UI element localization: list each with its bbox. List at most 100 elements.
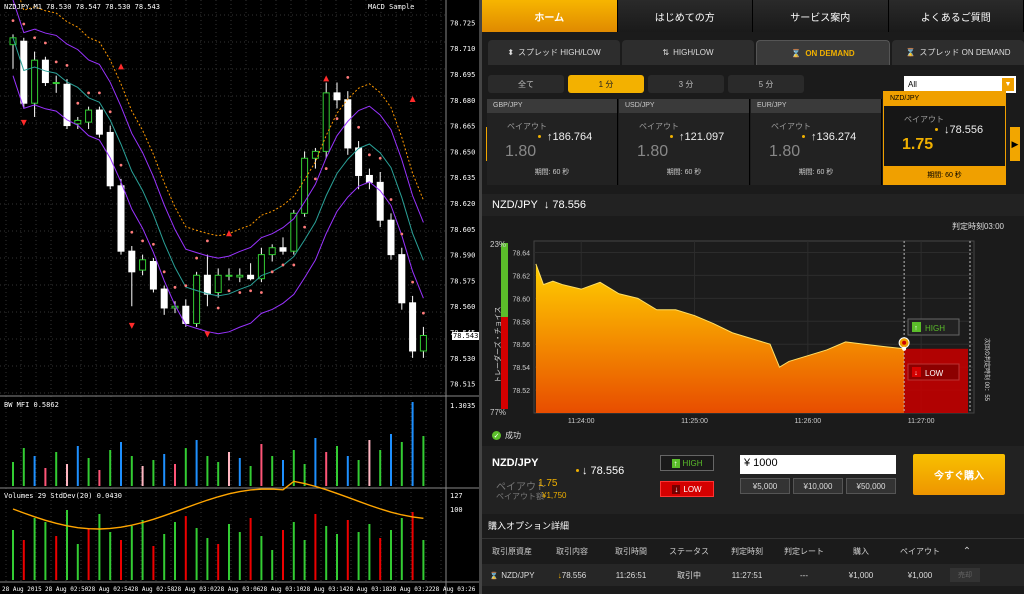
mfi-bar bbox=[368, 440, 371, 486]
asset-card-eurjpy[interactable]: EUR/JPY ペイアウト 1.80 ↑136.274 期間: 60 秒 bbox=[751, 99, 882, 185]
row-expiry: 11:27:51 bbox=[731, 570, 763, 580]
volume-bar bbox=[163, 534, 166, 580]
mfi-bar bbox=[141, 466, 144, 486]
mfi-bar bbox=[152, 460, 155, 486]
row-purchase: ¥1,000 bbox=[848, 570, 874, 580]
check-icon: ✓ bbox=[492, 431, 501, 440]
sar-dot bbox=[357, 125, 360, 129]
mfi-bar bbox=[12, 462, 14, 486]
sar-dot bbox=[195, 256, 199, 260]
mfi-bar bbox=[109, 450, 112, 486]
subtab-on-demand[interactable]: ⌛ ON DEMAND bbox=[756, 40, 890, 65]
price-axis-tick: 78.605 bbox=[450, 226, 475, 234]
price-axis-tick: 78.635 bbox=[450, 174, 475, 182]
tab-services[interactable]: サービス案内 bbox=[753, 0, 889, 32]
price-axis-tick: 78.530 bbox=[450, 355, 475, 363]
chart-low-button[interactable]: ↓ LOW bbox=[907, 363, 960, 381]
mfi-bar bbox=[422, 436, 425, 486]
row-asset: ⌛ NZD/JPY bbox=[482, 571, 542, 580]
quick-amount-50000[interactable]: ¥50,000 bbox=[846, 478, 896, 494]
traders-choice-label: トレーダーズ・チョイス bbox=[493, 307, 502, 383]
time-axis-tick: 28 Aug 03:26 bbox=[432, 586, 476, 593]
x-tick-label: 11:24:00 bbox=[568, 418, 595, 425]
table-row[interactable]: ⌛ NZD/JPY ↓78.556 11:26:51 取引中 11:27:51 -… bbox=[482, 564, 1024, 586]
sar-dot bbox=[411, 280, 414, 284]
subtab-spread-on-demand[interactable]: ⌛ スプレッド ON DEMAND bbox=[892, 40, 1024, 65]
volume-axis-tick: 100 bbox=[450, 506, 463, 514]
sar-dot bbox=[270, 270, 274, 274]
status-indicator: ✓ 成功 bbox=[492, 430, 521, 441]
quick-amount-10000[interactable]: ¥10,000 bbox=[793, 478, 843, 494]
carousel-next-button[interactable]: ▶ bbox=[1010, 127, 1020, 161]
volume-bar bbox=[292, 522, 295, 580]
duration-5min[interactable]: 5 分 bbox=[728, 75, 804, 93]
candle-body bbox=[387, 219, 395, 256]
tab-beginners[interactable]: はじめての方 bbox=[617, 0, 753, 32]
asset-name: USD/JPY bbox=[619, 99, 749, 113]
sar-dot bbox=[378, 156, 382, 160]
volume-bar bbox=[174, 522, 176, 580]
tab-home[interactable]: ホーム bbox=[482, 0, 618, 32]
investment-amount-input[interactable]: ¥ 1000 bbox=[740, 455, 896, 474]
trade-rate: ↓ 78.556 bbox=[582, 465, 625, 477]
volume-bar bbox=[87, 528, 90, 580]
volume-bar bbox=[184, 516, 187, 580]
mt4-chart-window[interactable]: 78.725 78.710 78.695 78.680 78.665 78.650 78.6… bbox=[0, 0, 479, 594]
price-axis-tick: 78.650 bbox=[450, 148, 475, 156]
candle-body bbox=[279, 247, 287, 252]
subtab-highlow[interactable]: ⇅ HIGH/LOW bbox=[622, 40, 754, 65]
volume-bar bbox=[260, 536, 263, 580]
time-axis-tick: 28 Aug 03:14 bbox=[303, 586, 347, 593]
candle-body bbox=[20, 40, 28, 104]
tab-faq[interactable]: よくあるご質問 bbox=[888, 0, 1024, 32]
duration-all[interactable]: 全て bbox=[488, 75, 564, 93]
y-tick-label: 78.60 bbox=[512, 296, 530, 303]
option-price-chart[interactable]: 23% 77% トレーダーズ・チョイス 78.64 78.62 78.60 78.58… bbox=[488, 233, 1024, 428]
payout-value: 1.80 bbox=[769, 143, 801, 160]
sell-button[interactable]: 売却 bbox=[950, 568, 980, 582]
high-button[interactable]: ↑ HIGH bbox=[660, 455, 714, 471]
price-axis-tick: 78.725 bbox=[450, 19, 475, 27]
time-axis-tick: 28 Aug 2015 bbox=[2, 586, 42, 593]
col-content: 取引内容 bbox=[556, 547, 588, 556]
subtab-label: スプレッド ON DEMAND bbox=[919, 48, 1011, 57]
sar-dot bbox=[152, 242, 155, 246]
price-axis-tick: 78.680 bbox=[450, 97, 475, 105]
rate-dot-icon bbox=[576, 469, 579, 472]
updown-arrows-icon: ⇅ bbox=[662, 48, 670, 57]
sar-dot bbox=[98, 91, 101, 95]
chart-high-button[interactable]: ↑ HIGH bbox=[907, 318, 960, 336]
asset-period: 期間: 60 秒 bbox=[884, 166, 1005, 184]
mt4-symbol-title: NZDJPY,M1 78.530 78.547 78.530 78.543 bbox=[4, 3, 160, 11]
collapse-chevron-icon[interactable]: ⌃ bbox=[950, 546, 984, 557]
mfi-bar bbox=[44, 468, 47, 486]
candle-body bbox=[355, 147, 363, 176]
chart-low-label: LOW bbox=[925, 369, 944, 378]
asset-filter-select[interactable]: All ▼ bbox=[904, 75, 1016, 93]
candle-body bbox=[160, 288, 168, 309]
mfi-bar bbox=[184, 448, 187, 486]
bollinger-upper bbox=[12, 0, 424, 259]
candle-body bbox=[85, 109, 93, 123]
low-button[interactable]: ↓ LOW bbox=[660, 481, 714, 497]
time-axis-tick: 28 Aug 03:10 bbox=[260, 586, 304, 593]
quick-amount-5000[interactable]: ¥5,000 bbox=[740, 478, 790, 494]
subtab-label: スプレッド HIGH/LOW bbox=[518, 48, 601, 57]
volume-axis-tick: 127 bbox=[450, 492, 463, 500]
mt4-price-chart[interactable]: 78.725 78.710 78.695 78.680 78.665 78.650 78.6… bbox=[0, 0, 479, 594]
candle-body bbox=[117, 185, 125, 252]
candle-body bbox=[419, 334, 427, 352]
buy-now-button[interactable]: 今すぐ購入 bbox=[913, 454, 1005, 495]
sar-dot bbox=[346, 75, 350, 79]
duration-1min[interactable]: 1 分 bbox=[568, 75, 644, 93]
candle-body bbox=[322, 92, 330, 152]
duration-3min[interactable]: 3 分 bbox=[648, 75, 724, 93]
volume-bar bbox=[303, 540, 306, 580]
asset-card-usdjpy[interactable]: USD/JPY ペイアウト 1.80 ↑121.097 期間: 60 秒 bbox=[619, 99, 750, 185]
sar-dot bbox=[141, 239, 145, 243]
asset-card-gbpjpy[interactable]: GBP/JPY ペイアウト 1.80 ↑186.764 期間: 60 秒 bbox=[487, 99, 618, 185]
trade-asset: NZD/JPY bbox=[492, 457, 539, 469]
envelope-upper bbox=[19, 0, 424, 237]
subtab-spread-highlow[interactable]: ⬍ スプレッド HIGH/LOW bbox=[488, 40, 620, 65]
asset-card-nzdjpy[interactable]: NZD/JPY ペイアウト 1.75 ↓78.556 期間: 60 秒 bbox=[883, 91, 1006, 185]
